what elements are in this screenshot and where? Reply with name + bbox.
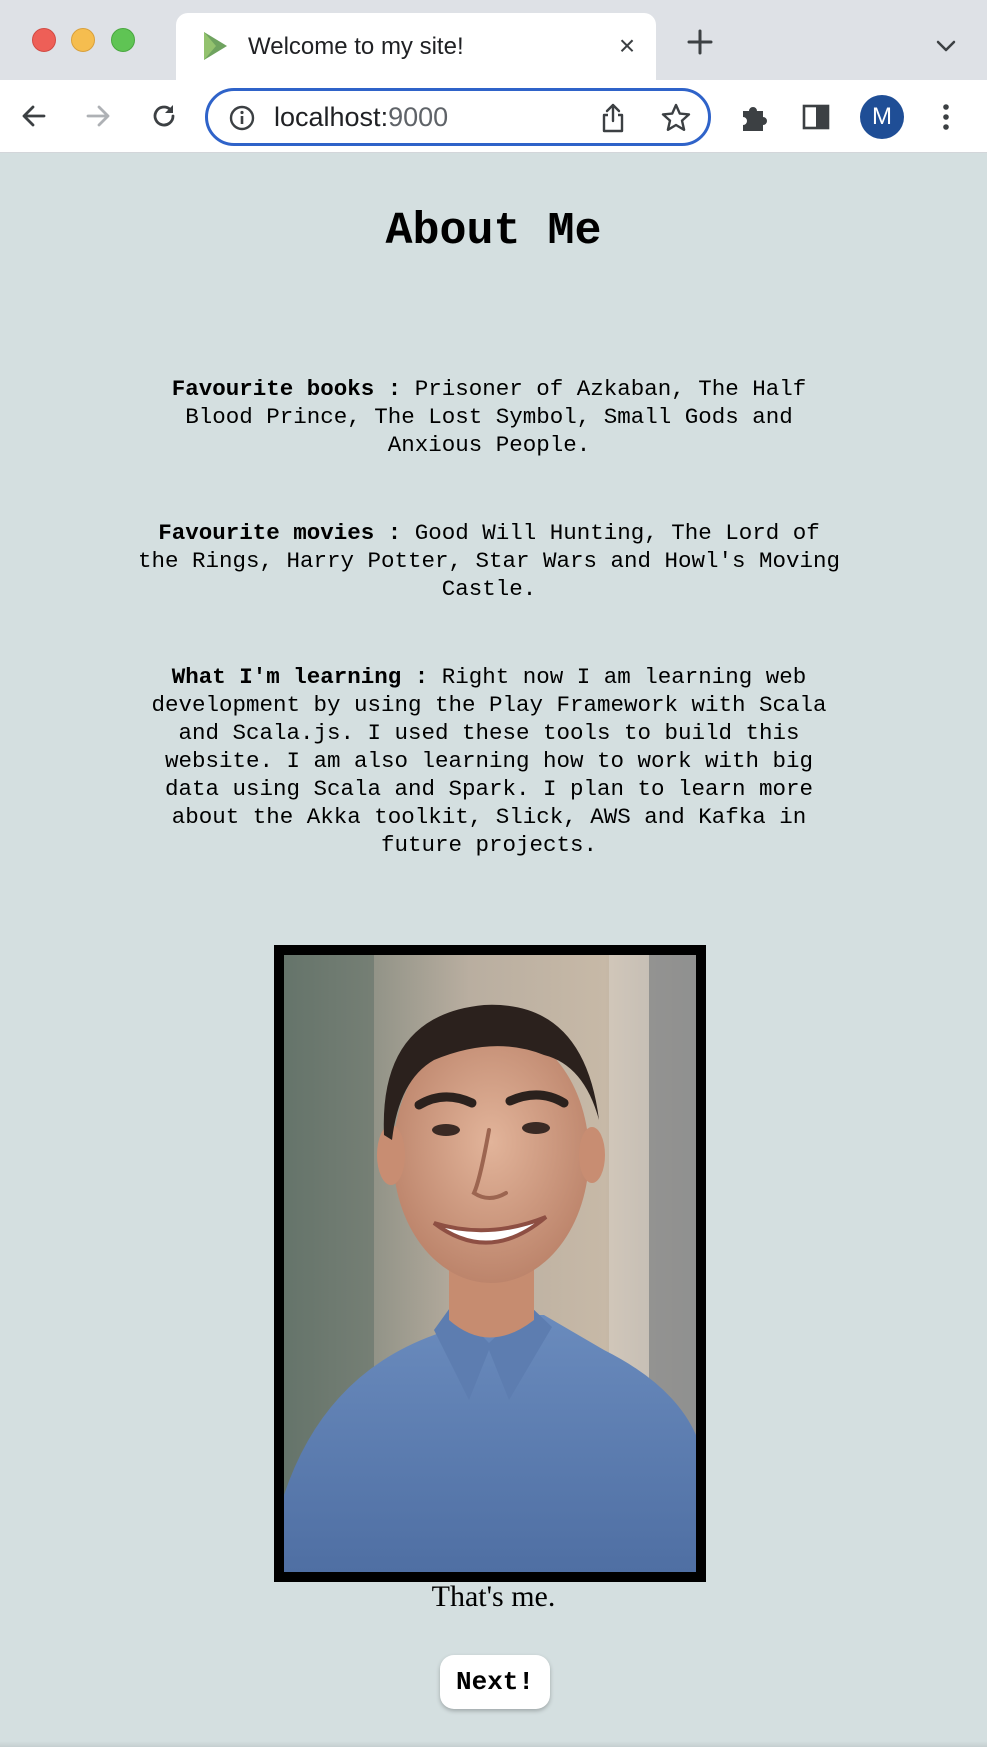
page-bottom-edge [0, 1741, 987, 1747]
share-icon[interactable] [598, 102, 628, 134]
photo-caption: That's me. [431, 1580, 556, 1613]
profile-avatar[interactable]: M [860, 95, 904, 139]
favourite-movies-paragraph: Favourite movies : Good Will Hunting, Th… [132, 519, 846, 603]
next-button[interactable]: Next! [440, 1655, 550, 1709]
profile-photo [284, 955, 696, 1572]
favourite-books-label: Favourite books : [171, 376, 402, 402]
tab-title: Welcome to my site! [248, 33, 464, 60]
page-title: About Me [385, 206, 602, 257]
play-framework-favicon-icon [204, 32, 227, 60]
reload-icon[interactable] [146, 98, 182, 134]
browser-tab-bar: Welcome to my site! × [0, 0, 987, 80]
window-maximize-button[interactable] [111, 28, 135, 52]
tab-close-icon[interactable]: × [612, 31, 642, 61]
favourite-books-paragraph: Favourite books : Prisoner of Azkaban, T… [132, 375, 846, 459]
url-text: localhost:9000 [274, 102, 448, 133]
profile-photo-frame [274, 945, 706, 1582]
learning-label: What I'm learning : [171, 664, 429, 690]
favourite-movies-label: Favourite movies : [158, 520, 402, 546]
address-bar[interactable]: localhost:9000 [205, 88, 711, 146]
url-host: localhost: [274, 102, 389, 132]
more-menu-kebab-icon[interactable] [932, 100, 960, 134]
browser-tab-active[interactable]: Welcome to my site! × [176, 13, 656, 80]
learning-text: Right now I am learning web development … [151, 664, 827, 858]
window-close-button[interactable] [32, 28, 56, 52]
extensions-puzzle-icon[interactable] [737, 100, 771, 134]
learning-paragraph: What I'm learning : Right now I am learn… [132, 663, 846, 859]
page-content: About Me Favourite books : Prisoner of A… [0, 154, 987, 1747]
site-info-icon[interactable] [228, 104, 256, 132]
bookmark-star-icon[interactable] [660, 102, 692, 134]
tab-search-chevron-down-icon[interactable] [932, 32, 960, 60]
browser-toolbar: localhost:9000 M [0, 80, 987, 153]
url-port: 9000 [388, 102, 449, 132]
forward-arrow-icon[interactable] [80, 98, 116, 134]
back-arrow-icon[interactable] [16, 98, 52, 134]
new-tab-plus-icon[interactable] [684, 26, 716, 58]
side-panel-icon[interactable] [801, 102, 831, 132]
window-minimize-button[interactable] [71, 28, 95, 52]
